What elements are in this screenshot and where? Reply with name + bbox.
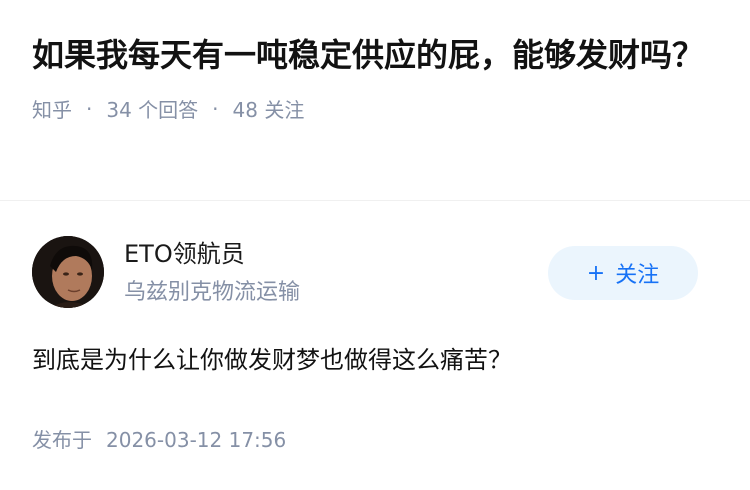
author-name[interactable]: ETO领航员	[124, 236, 245, 272]
publish-info: 发布于 2026-03-12 17:56	[32, 424, 286, 453]
question-header: 如果我每天有一吨稳定供应的屁，能够发财吗？ 知乎 · 34 个回答 · 48 关…	[32, 30, 722, 123]
publish-time: 2026-03-12 17:56	[106, 428, 287, 452]
question-meta: 知乎 · 34 个回答 · 48 关注	[32, 94, 722, 123]
answers-count[interactable]: 34 个回答	[106, 94, 198, 123]
publish-label: 发布于	[32, 428, 92, 452]
meta-separator: ·	[212, 96, 219, 121]
avatar[interactable]	[32, 236, 104, 308]
follow-button[interactable]: + 关注	[548, 246, 698, 300]
follow-label: 关注	[615, 263, 660, 288]
plus-icon: +	[586, 260, 606, 286]
author-card: ETO领航员 乌兹别克物流运输 + 关注	[32, 236, 722, 310]
answer-content: 到底是为什么让你做发财梦也做得这么痛苦？	[32, 346, 512, 374]
avatar-image	[32, 236, 104, 308]
source-label[interactable]: 知乎	[32, 94, 72, 123]
divider	[0, 200, 750, 201]
followers-count[interactable]: 48 关注	[233, 94, 305, 123]
author-bio: 乌兹别克物流运输	[124, 280, 301, 305]
question-title[interactable]: 如果我每天有一吨稳定供应的屁，能够发财吗？	[32, 30, 722, 80]
meta-separator: ·	[86, 96, 93, 121]
